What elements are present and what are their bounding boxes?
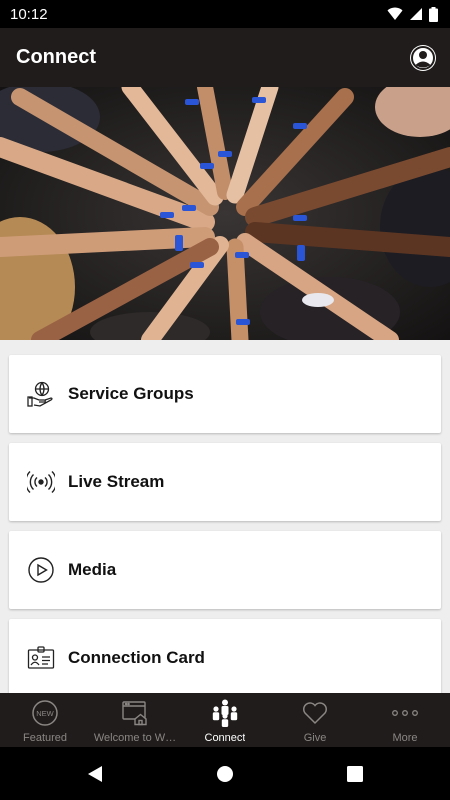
profile-button[interactable] [410,44,436,71]
nav-tab-give[interactable]: Give [270,693,360,747]
menu-item-label: Media [68,560,117,579]
menu-item-media[interactable]: Media [9,531,441,609]
menu-item-service-groups[interactable]: Service Groups [9,355,441,433]
page-title: Connect [16,46,96,68]
home-button[interactable] [160,765,290,783]
signal-icon [410,8,422,20]
hero-image-hands-together [0,87,450,340]
status-time: 10:12 [10,5,48,23]
nav-label: Connect [204,732,246,744]
heart-icon [301,699,329,727]
more-dots-icon [391,699,419,727]
people-group-icon [210,699,240,727]
play-circle-icon [27,556,55,584]
id-card-icon [27,644,55,672]
menu-item-live-stream[interactable]: Live Stream [9,443,441,521]
app-bar: Connect [0,28,450,87]
bottom-navigation: NEW Featured Welcome to W… Connect Give … [0,693,450,747]
nav-tab-more[interactable]: More [360,693,450,747]
broadcast-icon [27,468,55,496]
wifi-icon [387,7,403,20]
back-triangle-icon [88,765,102,782]
browser-home-icon [121,699,149,727]
nav-tab-connect[interactable]: Connect [180,693,270,747]
nav-tab-welcome[interactable]: Welcome to W… [90,693,180,747]
nav-label: More [392,732,418,744]
person-icon [411,45,435,70]
new-badge-icon: NEW [31,699,59,727]
nav-tab-featured[interactable]: NEW Featured [0,693,90,747]
status-icons [387,6,438,22]
recents-button[interactable] [290,765,420,782]
nav-label: Welcome to W… [93,732,177,744]
menu-item-connection-card[interactable]: Connection Card [9,619,441,697]
system-navigation-bar [0,747,450,800]
menu-item-label: Service Groups [68,384,194,403]
connect-menu-list: Service Groups Live Stream Media Connect… [9,355,441,707]
nav-label: Give [303,732,327,744]
status-bar: 10:12 [0,0,450,28]
nav-label: Featured [22,732,68,744]
back-button[interactable] [30,765,160,783]
home-circle-icon [217,765,233,782]
menu-item-label: Connection Card [68,648,205,667]
hand-globe-icon [27,380,55,408]
new-badge-text: NEW [36,709,54,718]
menu-item-label: Live Stream [68,472,165,491]
battery-icon [429,6,438,22]
recents-square-icon [347,765,363,782]
